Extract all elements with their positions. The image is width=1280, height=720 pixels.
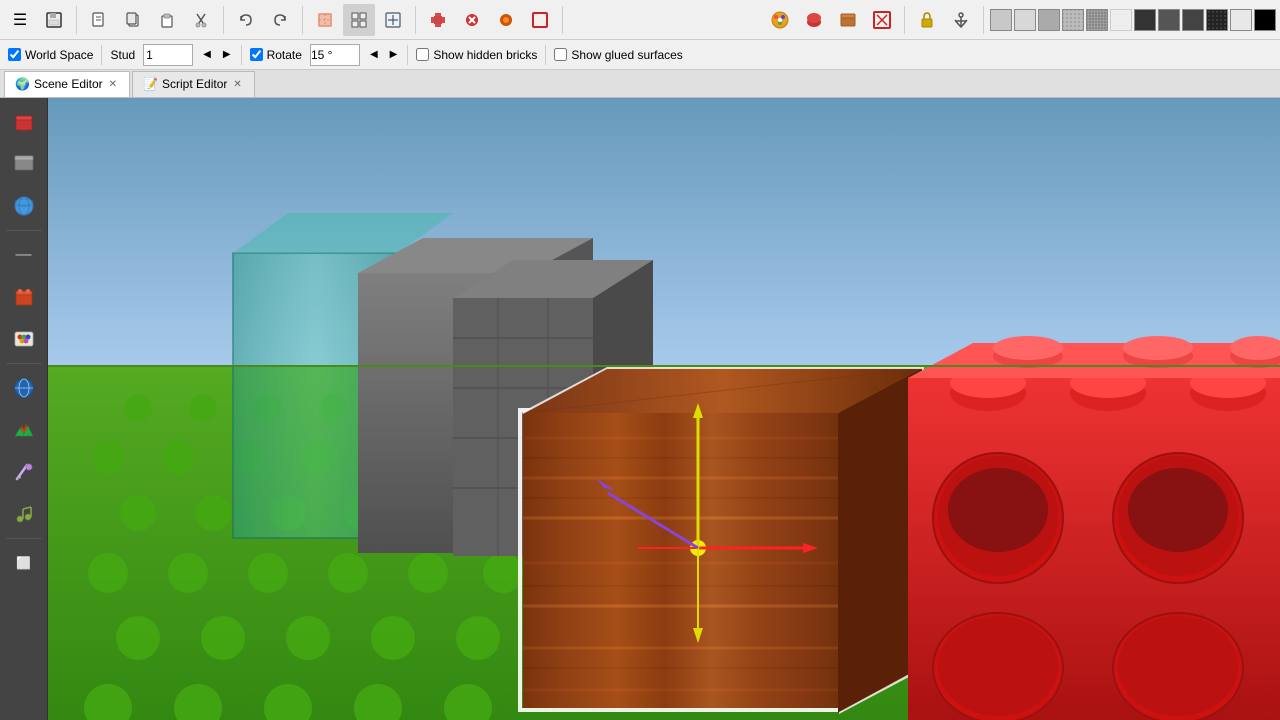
sidebar-tools[interactable] [4,452,44,492]
swatch-darkgray[interactable] [1134,9,1156,31]
sep3 [407,45,408,65]
stud-next[interactable]: ▶ [221,47,233,62]
select-region-button[interactable] [309,4,341,36]
anchor-button[interactable] [945,4,977,36]
swatch-black[interactable] [1254,9,1276,31]
crosshair-button[interactable] [422,4,454,36]
stud-label: Stud [110,48,135,62]
separator [76,6,77,34]
swatch-gray3[interactable] [1086,9,1108,31]
script-editor-icon: 📝 [143,77,158,91]
sidebar-sep2 [6,363,42,364]
show-hidden-checkbox[interactable] [416,48,429,61]
sidebar-models[interactable] [4,102,44,142]
lock-button[interactable] [911,4,943,36]
show-hidden-label[interactable]: Show hidden bricks [416,48,537,62]
box-button[interactable] [524,4,556,36]
sidebar-layer[interactable] [4,144,44,184]
scene-editor-tab[interactable]: 🌍 Scene Editor ✕ [4,71,130,97]
cut-button[interactable] [185,4,217,36]
main-toolbar: ☰ [0,0,1280,40]
secondary-toolbar: World Space Stud ◀ ▶ Rotate ◀ ▶ Show hid… [0,40,1280,70]
rotate-prev[interactable]: ◀ [368,47,380,62]
grid-button[interactable] [343,4,375,36]
swatch-silver[interactable] [1014,9,1036,31]
sidebar-globe[interactable] [4,368,44,408]
scene-editor-label: Scene Editor [34,77,103,91]
viewport[interactable] [48,98,1280,720]
paint-button[interactable] [490,4,522,36]
left-sidebar: — [0,98,48,720]
separator6 [904,6,905,34]
script-editor-close[interactable]: ✕ [231,79,243,90]
rotate-next[interactable]: ▶ [388,47,400,62]
swatch-nearblack[interactable] [1206,9,1228,31]
swatch-gray2[interactable] [1062,9,1084,31]
separator7 [983,6,984,34]
color-swatches [990,9,1276,31]
main-layout: — [0,98,1280,720]
world-space-label[interactable]: World Space [8,48,93,62]
separator3 [302,6,303,34]
swatch-white[interactable] [1110,9,1132,31]
sep4 [545,45,546,65]
undo-button[interactable] [230,4,262,36]
show-glued-checkbox[interactable] [554,48,567,61]
new-button[interactable] [83,4,115,36]
scene-svg [48,98,1280,720]
sidebar-bricks2[interactable] [4,277,44,317]
box-tool-button[interactable] [832,4,864,36]
tab-bar: 🌍 Scene Editor ✕ 📝 Script Editor ✕ [0,70,1280,98]
separator4 [415,6,416,34]
sidebar-sep1 [6,230,42,231]
swatch-offwhite[interactable] [1230,9,1252,31]
swatch-gray1[interactable] [1038,9,1060,31]
separator5 [562,6,563,34]
redo-button[interactable] [264,4,296,36]
menu-button[interactable]: ☰ [4,4,36,36]
palette-button[interactable] [764,4,796,36]
rotate-label: Rotate [250,48,302,62]
sidebar-terrain[interactable] [4,410,44,450]
separator2 [223,6,224,34]
sidebar-music[interactable] [4,494,44,534]
world-space-checkbox[interactable] [8,48,21,61]
show-glued-label[interactable]: Show glued surfaces [554,48,682,62]
sidebar-collapse[interactable]: — [4,235,44,275]
sep2 [241,45,242,65]
script-editor-label: Script Editor [162,77,227,91]
scene-editor-icon: 🌍 [15,77,30,91]
rotate-checkbox[interactable] [250,48,263,61]
sidebar-bottom[interactable]: ⬜ [4,543,44,583]
rotate-input[interactable] [310,44,360,66]
sep [101,45,102,65]
red-tool-button[interactable] [798,4,830,36]
copy-button[interactable] [117,4,149,36]
stud-input[interactable] [143,44,193,66]
delete-button[interactable] [456,4,488,36]
move-button[interactable] [377,4,409,36]
stud-prev[interactable]: ◀ [201,47,213,62]
swatch-lightgray[interactable] [990,9,1012,31]
delete-box-button[interactable] [866,4,898,36]
swatch-darkcharcoal[interactable] [1182,9,1204,31]
scene-editor-close[interactable]: ✕ [107,79,119,90]
sidebar-world[interactable] [4,186,44,226]
paste-button[interactable] [151,4,183,36]
save-button[interactable] [38,4,70,36]
sidebar-palette2[interactable] [4,319,44,359]
swatch-charcoal[interactable] [1158,9,1180,31]
sidebar-sep3 [6,538,42,539]
toolbar-right [764,4,1276,36]
script-editor-tab[interactable]: 📝 Script Editor ✕ [132,71,255,97]
